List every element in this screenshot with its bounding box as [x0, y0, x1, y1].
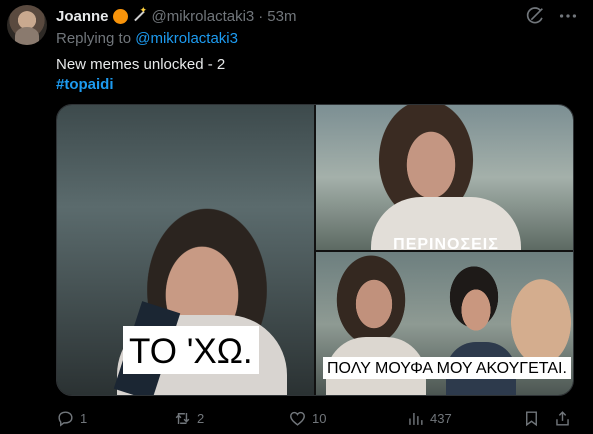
grok-icon[interactable] — [524, 5, 546, 27]
timestamp[interactable]: 53m — [267, 8, 296, 25]
action-bar: 1 2 10 437 — [56, 406, 574, 430]
like-button[interactable]: 10 — [288, 406, 326, 430]
media-image-2[interactable]: ΠΕΡΙΝΟΣΕΙΣ — [316, 105, 573, 250]
like-count: 10 — [312, 410, 327, 426]
repost-icon — [175, 412, 190, 424]
media-image-1[interactable]: ΤΟ 'ΧΩ. — [57, 105, 314, 395]
tweet-header: Joanne @mikrolactaki3 · 53m — [56, 5, 296, 26]
repost-count: 2 — [197, 410, 205, 426]
reply-button[interactable]: 1 — [56, 406, 87, 430]
media-grid[interactable]: ΤΟ 'ΧΩ. ΠΕΡΙΝΟΣΕΙΣ ΠΟΛΥ ΜΟΥΦΑ ΜΟΥ ΑΚΟΥΓΕ… — [56, 104, 574, 396]
bookmark-button[interactable] — [522, 406, 541, 430]
views-count: 437 — [430, 410, 452, 426]
avatar[interactable] — [7, 5, 47, 45]
meme-caption-right: ΠΟΛΥ ΜΟΥΦΑ ΜΟΥ ΑΚΟΥΓΕΤΑΙ. — [323, 357, 571, 379]
more-icon[interactable] — [557, 5, 579, 27]
separator-dot: · — [258, 7, 264, 25]
reply-count: 1 — [80, 410, 88, 426]
tweet-text: New memes unlocked - 2 — [56, 56, 226, 73]
views-button[interactable]: 437 — [406, 406, 452, 430]
repost-button[interactable]: 2 — [173, 406, 204, 430]
reply-icon — [58, 410, 73, 427]
orange-circle-icon — [112, 8, 128, 24]
share-icon — [556, 410, 569, 426]
like-icon — [290, 411, 305, 426]
meme-caption-partial: ΠΕΡΙΝΟΣΕΙΣ — [393, 236, 499, 250]
hashtag-link[interactable]: #topaidi — [56, 75, 114, 95]
views-icon — [409, 412, 423, 425]
tweet[interactable]: Joanne @mikrolactaki3 · 53m Replying to … — [0, 0, 593, 434]
user-handle[interactable]: @mikrolactaki3 — [152, 8, 255, 25]
media-image-3[interactable]: ΠΟΛΥ ΜΟΥΦΑ ΜΟΥ ΑΚΟΥΓΕΤΑΙ. — [316, 252, 573, 395]
replying-prefix: Replying to — [56, 30, 132, 47]
meme-caption-left: ΤΟ 'ΧΩ. — [123, 326, 259, 374]
magic-wand-icon — [131, 5, 148, 24]
share-button[interactable] — [553, 406, 572, 430]
replying-to: Replying to @mikrolactaki3 — [56, 30, 238, 47]
display-name[interactable]: Joanne — [56, 8, 109, 25]
replying-mention[interactable]: @mikrolactaki3 — [135, 30, 238, 47]
bookmark-icon — [526, 410, 537, 426]
